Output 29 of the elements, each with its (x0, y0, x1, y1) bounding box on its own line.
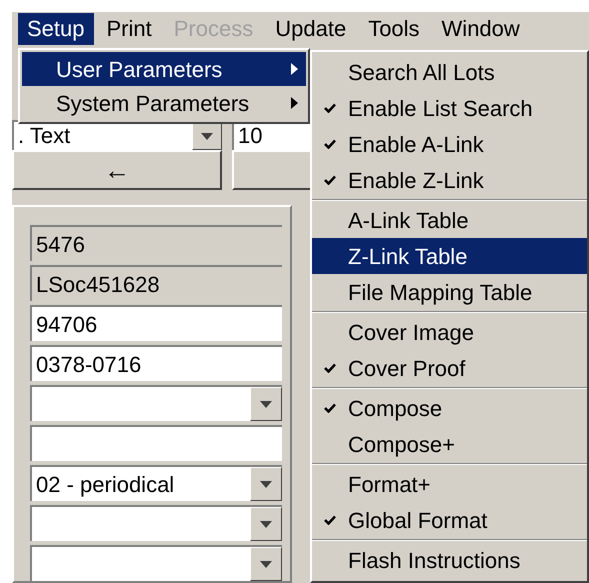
menu-item[interactable]: Compose+ (312, 426, 587, 462)
menu-item[interactable]: Compose (312, 390, 587, 426)
menu-item[interactable]: Search All Lots (312, 54, 587, 90)
combo-value: . Text (17, 125, 70, 147)
menu-item[interactable]: Cover Image (312, 314, 587, 350)
menu-title[interactable]: Tools (359, 13, 429, 45)
menu-item[interactable]: User Parameters (22, 52, 306, 86)
menu-item[interactable]: Cover Proof (312, 350, 587, 386)
menu-item[interactable]: Flash Instructions (312, 542, 587, 578)
menu-item[interactable]: Enable Z-Link (312, 162, 587, 198)
text-field[interactable]: 94706 (30, 305, 282, 341)
field-value: 5476 (35, 230, 85, 258)
menu-item[interactable]: File Mapping Table (312, 274, 587, 310)
menu-item[interactable]: Global Format (312, 502, 587, 538)
field-value: LSoc451628 (35, 270, 160, 298)
text-field[interactable]: 0378-0716 (30, 345, 282, 381)
menu-item[interactable]: Z-Link Table (312, 238, 587, 274)
field-value: 0378-0716 (35, 350, 142, 378)
menu-title[interactable]: Setup (18, 13, 94, 45)
combo-box[interactable]: 02 - periodical (30, 465, 282, 501)
field-value: 94706 (35, 310, 98, 338)
field-value: 02 - periodical (35, 470, 174, 499)
back-button[interactable]: ← (12, 150, 222, 190)
menu-title[interactable]: Print (98, 13, 161, 45)
menu-title[interactable]: Update (266, 13, 356, 45)
menu-title[interactable]: Window (432, 13, 529, 45)
menu-item[interactable]: Format+ (312, 466, 587, 502)
menu-item[interactable]: A-Link Table (312, 202, 587, 238)
menu-item[interactable]: System Parameters (22, 86, 306, 120)
